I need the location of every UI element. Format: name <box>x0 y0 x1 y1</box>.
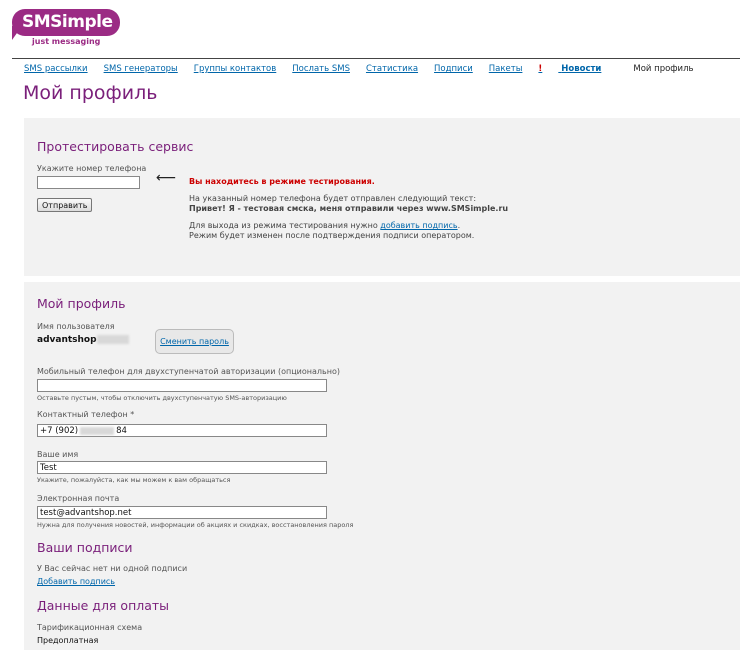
contact-phone-redacted <box>80 426 115 435</box>
signatures-empty-text: У Вас сейчас нет ни одной подписи <box>37 564 188 573</box>
page-title: Мой профиль <box>23 82 158 104</box>
test-exit-prefix: Для выхода из режима тестирования нужно <box>189 221 381 230</box>
test-heading: Протестировать сервис <box>37 139 194 154</box>
add-signature-link[interactable]: добавить подпись <box>380 221 457 230</box>
header-divider <box>12 58 740 59</box>
test-exit-suffix: . <box>457 221 461 230</box>
test-exit-line: Для выхода из режима тестирования нужно … <box>189 221 729 231</box>
change-password-label: Сменить пароль <box>160 337 229 346</box>
test-phone-label: Укажите номер телефона <box>37 164 147 173</box>
test-info: Вы находитесь в режиме тестирования. На … <box>189 177 729 241</box>
logo-tagline: just messaging <box>32 37 101 46</box>
mobile-hint: Оставьте пустым, чтобы отключить двухсту… <box>37 394 287 402</box>
test-service-panel: Протестировать сервис Укажите номер теле… <box>24 118 740 276</box>
contact-phone-suffix: 84 <box>116 426 127 436</box>
nav-packages[interactable]: Пакеты <box>489 64 523 74</box>
name-label: Ваше имя <box>37 450 79 459</box>
username-value: advantshop <box>37 335 129 345</box>
tariff-scheme-value: Предоплатная <box>37 636 99 645</box>
mobile-input[interactable] <box>37 379 327 392</box>
signatures-heading: Ваши подписи <box>37 540 133 555</box>
nav-news[interactable]: ! Новости <box>538 64 617 74</box>
email-input[interactable] <box>37 506 327 519</box>
email-label: Электронная почта <box>37 494 120 503</box>
news-alert-mark: ! <box>538 64 543 74</box>
mobile-label: Мобильный телефон для двухступенчатой ав… <box>37 367 340 376</box>
test-phone-input[interactable] <box>37 176 140 189</box>
nav-sms-generators[interactable]: SMS генераторы <box>104 64 178 74</box>
profile-panel: Мой профиль Имя пользователя advantshop … <box>24 282 740 650</box>
main-nav: SMS рассылки SMS генераторы Группы конта… <box>24 64 710 74</box>
send-button[interactable]: Отправить <box>37 198 93 212</box>
username-label: Имя пользователя <box>37 322 115 331</box>
contact-phone-input[interactable]: +7 (902) 84 <box>37 424 327 437</box>
email-hint: Нужна для получения новостей, информации… <box>37 521 354 529</box>
add-signature-link-2[interactable]: Добавить подпись <box>37 577 115 586</box>
smsimple-logo[interactable]: SMSimple just messaging <box>12 9 122 47</box>
nav-contact-groups[interactable]: Группы контактов <box>194 64 277 74</box>
nav-statistics[interactable]: Статистика <box>366 64 418 74</box>
change-password-button[interactable]: Сменить пароль <box>155 329 234 354</box>
contact-phone-prefix: +7 (902) <box>40 426 79 436</box>
name-input[interactable] <box>37 461 327 474</box>
test-message-text: Привет! Я - тестовая смска, меня отправи… <box>189 204 509 213</box>
arrow-left-icon: ⟵ <box>156 170 177 186</box>
test-info-line1: На указанный номер телефона будет отправ… <box>189 194 477 203</box>
nav-send-sms[interactable]: Послать SMS <box>292 64 350 74</box>
nav-sms-mailings[interactable]: SMS рассылки <box>24 64 88 74</box>
username-redacted <box>96 335 129 344</box>
test-info-line4: Режим будет изменен после подтверждения … <box>189 231 475 240</box>
profile-heading: Мой профиль <box>37 296 126 311</box>
tariff-scheme-label: Тарификационная схема <box>37 623 143 632</box>
nav-news-label: Новости <box>561 64 602 74</box>
test-mode-warning: Вы находитесь в режиме тестирования. <box>189 177 375 186</box>
nav-signatures[interactable]: Подписи <box>434 64 473 74</box>
contact-phone-label: Контактный телефон * <box>37 410 135 419</box>
nav-my-profile: Мой профиль <box>633 64 694 74</box>
payment-heading: Данные для оплаты <box>37 598 170 613</box>
username-text: advantshop <box>37 335 97 345</box>
logo-bubble-tail <box>12 26 22 40</box>
name-hint: Укажите, пожалуйста, как мы можем к вам … <box>37 476 231 484</box>
logo-name: SMSimple <box>22 12 113 32</box>
